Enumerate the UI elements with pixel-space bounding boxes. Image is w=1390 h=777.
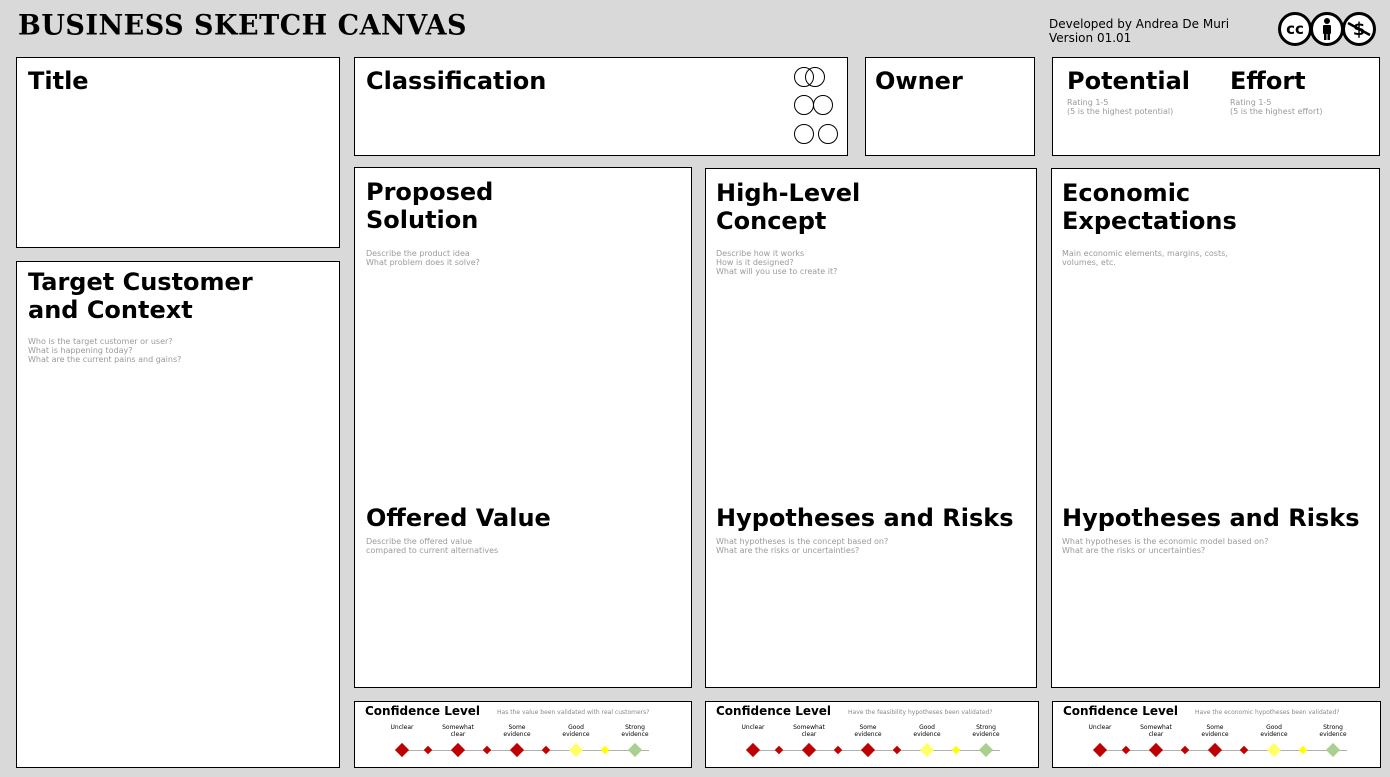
developer-text: Developed by Andrea De Muri	[1049, 17, 1230, 31]
proposed-hint: Describe the product idea What problem d…	[366, 249, 480, 267]
confidence-option-diamond[interactable]	[627, 742, 643, 758]
potential-heading: Potential	[1067, 67, 1191, 95]
concept-heading: High-Level Concept	[716, 179, 861, 235]
confidence-concept-box[interactable]: Confidence Level Have the feasibility hyp…	[705, 701, 1039, 768]
confidence-option-diamond[interactable]	[568, 742, 584, 758]
confidence-option-diamond[interactable]	[1266, 742, 1282, 758]
confidence-value-box[interactable]: Confidence Level Has the value been valid…	[354, 701, 692, 768]
confidence-scale-line	[752, 750, 1000, 751]
title-box[interactable]: Title	[16, 57, 340, 248]
confidence-option-label: Unclear	[1088, 724, 1112, 731]
confidence-step-diamond[interactable]	[482, 745, 492, 755]
economic-box[interactable]: Economic Expectations Main economic eleme…	[1051, 168, 1380, 688]
confidence-step-diamond[interactable]	[774, 745, 784, 755]
confidence-option-label: Some evidence	[1201, 724, 1229, 738]
concept-box[interactable]: High-Level Concept Describe how it works …	[705, 168, 1037, 688]
confidence-step-diamond[interactable]	[1239, 745, 1249, 755]
economic-risks-hint: What hypotheses is the economic model ba…	[1062, 537, 1269, 555]
confidence-title: Confidence Level	[365, 704, 481, 718]
confidence-option-label: Strong evidence	[621, 724, 649, 738]
confidence-question: Have the feasibility hypotheses been val…	[848, 709, 993, 716]
confidence-step-diamond[interactable]	[833, 745, 843, 755]
confidence-option-diamond[interactable]	[509, 742, 525, 758]
offered-value-hint: Describe the offered value compared to c…	[366, 537, 499, 555]
confidence-option-label: Strong evidence	[972, 724, 1000, 738]
confidence-option-diamond[interactable]	[745, 742, 761, 758]
confidence-option-diamond[interactable]	[450, 742, 466, 758]
confidence-scale-line	[401, 750, 649, 751]
confidence-step-diamond[interactable]	[892, 745, 902, 755]
confidence-economic-box[interactable]: Confidence Level Have the economic hypoth…	[1052, 701, 1381, 768]
confidence-option-diamond[interactable]	[801, 742, 817, 758]
confidence-step-diamond[interactable]	[1298, 745, 1308, 755]
confidence-title: Confidence Level	[716, 704, 832, 718]
version-text: Version 01.01	[1049, 31, 1132, 45]
confidence-step-diamond[interactable]	[951, 745, 961, 755]
confidence-option-label: Somewhat clear	[1140, 724, 1172, 738]
title-heading: Title	[28, 67, 89, 95]
confidence-option-label: Good evidence	[562, 724, 590, 738]
cc-icon: cc	[1278, 12, 1312, 46]
confidence-option-diamond[interactable]	[1148, 742, 1164, 758]
confidence-option-diamond[interactable]	[1325, 742, 1341, 758]
confidence-step-diamond[interactable]	[600, 745, 610, 755]
confidence-option-label: Somewhat clear	[442, 724, 474, 738]
confidence-step-diamond[interactable]	[1121, 745, 1131, 755]
confidence-option-diamond[interactable]	[394, 742, 410, 758]
owner-box[interactable]: Owner	[865, 57, 1035, 156]
confidence-option-label: Some evidence	[854, 724, 882, 738]
attribution-person-icon	[1310, 12, 1344, 46]
confidence-option-diamond[interactable]	[1207, 742, 1223, 758]
confidence-step-diamond[interactable]	[1180, 745, 1190, 755]
confidence-option-label: Good evidence	[1260, 724, 1288, 738]
confidence-option-diamond[interactable]	[860, 742, 876, 758]
author-info: Developed by Andrea De Muri Version 01.0…	[1049, 17, 1229, 45]
economic-hint: Main economic elements, margins, costs, …	[1062, 249, 1228, 267]
proposed-heading: Proposed Solution	[366, 178, 494, 234]
confidence-option-diamond[interactable]	[978, 742, 994, 758]
confidence-title: Confidence Level	[1063, 704, 1179, 718]
target-hint: Who is the target customer or user? What…	[28, 337, 182, 364]
target-heading: Target Customer and Context	[28, 268, 253, 324]
confidence-scale-line	[1099, 750, 1347, 751]
proposed-solution-box[interactable]: Proposed Solution Describe the product id…	[354, 167, 692, 688]
offered-value-heading: Offered Value	[366, 504, 551, 532]
concept-risks-hint: What hypotheses is the concept based on?…	[716, 537, 889, 555]
confidence-step-diamond[interactable]	[541, 745, 551, 755]
confidence-question: Have the economic hypotheses been valida…	[1195, 709, 1340, 716]
owner-heading: Owner	[875, 67, 963, 95]
confidence-step-diamond[interactable]	[423, 745, 433, 755]
target-customer-box[interactable]: Target Customer and Context Who is the ta…	[16, 261, 340, 768]
confidence-question: Has the value been validated with real c…	[497, 709, 650, 716]
confidence-option-diamond[interactable]	[1092, 742, 1108, 758]
effort-hint: Rating 1-5 (5 is the highest effort)	[1230, 98, 1323, 116]
confidence-option-label: Good evidence	[913, 724, 941, 738]
concept-hint: Describe how it works How is it designed…	[716, 249, 838, 276]
confidence-option-diamond[interactable]	[919, 742, 935, 758]
economic-heading: Economic Expectations	[1062, 179, 1237, 235]
potential-hint: Rating 1-5 (5 is the highest potential)	[1067, 98, 1174, 116]
confidence-option-label: Some evidence	[503, 724, 531, 738]
economic-risks-heading: Hypotheses and Risks	[1062, 504, 1360, 532]
effort-heading: Effort	[1230, 67, 1306, 95]
noncommercial-dollar-icon: $	[1342, 12, 1376, 46]
classification-box[interactable]: Classification	[354, 57, 848, 156]
concept-risks-heading: Hypotheses and Risks	[716, 504, 1014, 532]
canvas-title: BUSINESS SKETCH CANVAS	[18, 9, 468, 42]
confidence-option-label: Unclear	[390, 724, 414, 731]
confidence-option-label: Unclear	[741, 724, 765, 731]
confidence-option-label: Somewhat clear	[793, 724, 825, 738]
classification-heading: Classification	[366, 67, 547, 95]
confidence-option-label: Strong evidence	[1319, 724, 1347, 738]
potential-effort-box[interactable]: Potential Rating 1-5 (5 is the highest p…	[1052, 57, 1380, 156]
